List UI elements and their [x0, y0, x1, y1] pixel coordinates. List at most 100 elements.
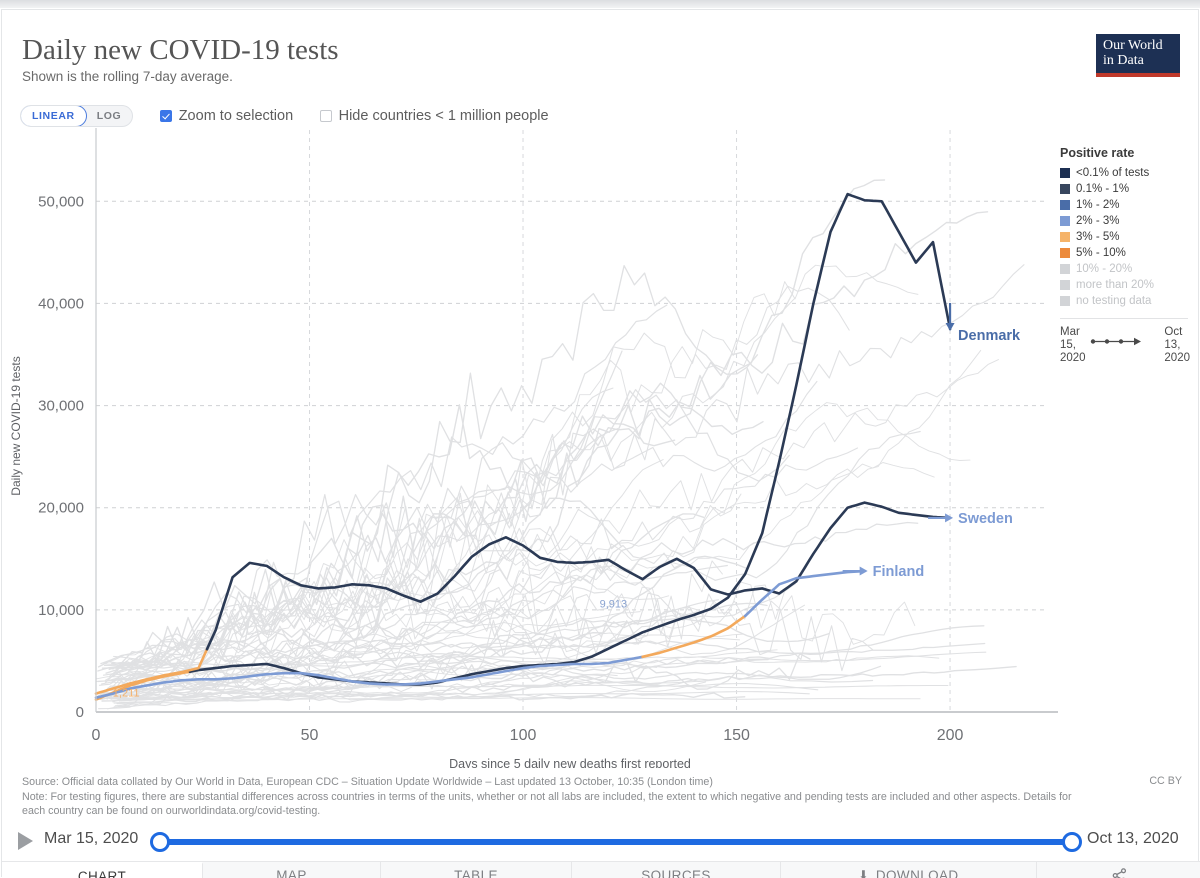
background-country-line [101, 264, 1025, 685]
legend-item-label: <0.1% of tests [1076, 167, 1150, 179]
page-subtitle: Shown is the rolling 7-day average. [22, 69, 233, 84]
y-tick-label: 20,000 [38, 500, 84, 517]
legend-rows: <0.1% of tests 0.1% - 1% 1% - 2% 2% - 3% 3% … [1060, 165, 1190, 309]
country-label: Finland [873, 564, 925, 580]
legend-item[interactable]: 1% - 2% [1060, 197, 1190, 213]
legend-item[interactable]: no testing data [1060, 293, 1190, 309]
x-tick-label: 50 [301, 727, 319, 744]
legend-swatch [1060, 200, 1070, 210]
owid-chart-page: Daily new COVID-19 tests Shown is the ro… [0, 0, 1200, 878]
license-label: CC BY [1149, 775, 1182, 787]
legend-item-label: 3% - 5% [1076, 231, 1120, 243]
time-slider[interactable]: Mar 15, 2020 Oct 13, 2020 [2, 828, 1200, 858]
chart-controls: LINEAR LOG Zoom to selection Hide countr… [20, 105, 549, 127]
country-label: Sweden [958, 511, 1013, 527]
country-label: Denmark [958, 328, 1021, 344]
legend-time-start-month: Mar [1060, 326, 1080, 338]
page-title: Daily new COVID-19 tests [22, 34, 339, 66]
legend-time-end-day: 13, [1164, 339, 1181, 351]
note-line: Note: For testing figures, there are sub… [22, 790, 1072, 818]
legend-swatch [1060, 232, 1070, 242]
legend-item-label: no testing data [1076, 295, 1152, 307]
legend-time-end-year: 2020 [1164, 352, 1190, 364]
legend-item[interactable]: 2% - 3% [1060, 213, 1190, 229]
label-arrow-head [945, 513, 954, 523]
legend-time-start-year: 2020 [1060, 352, 1086, 364]
tab-chart[interactable]: CHART [2, 862, 203, 878]
legend-time-range: Mar 15, 2020 Oct 13, 2020 [1060, 326, 1190, 365]
background-country-lines [96, 179, 1025, 710]
background-country-line [98, 380, 818, 686]
axes: 0 10,000 20,000 30,000 40,000 50,000 0 50 100 150… [9, 128, 1058, 768]
legend-time-end: Oct 13, 2020 [1164, 326, 1190, 365]
series-segment-finland [743, 569, 866, 618]
tab-table[interactable]: TABLE [381, 862, 572, 878]
hide-small-countries-checkbox[interactable]: Hide countries < 1 million people [319, 108, 549, 124]
checkbox-checked-icon[interactable] [159, 110, 172, 122]
scale-linear-button[interactable]: LINEAR [21, 106, 87, 126]
timeline-handle-end[interactable] [1062, 832, 1082, 852]
bottom-tabs: CHART MAP TABLE SOURCES ⬇ DOWNLOAD [2, 861, 1200, 878]
chart-card: Daily new COVID-19 tests Shown is the ro… [1, 9, 1200, 878]
owid-logo-line2: in Data [1103, 53, 1144, 68]
zoom-to-selection-checkbox[interactable]: Zoom to selection [159, 108, 294, 124]
browser-top-strip [0, 0, 1200, 8]
scale-log-button[interactable]: LOG [86, 106, 133, 126]
legend-swatch [1060, 296, 1070, 306]
y-tick-label: 50,000 [38, 193, 84, 210]
play-icon[interactable] [18, 832, 33, 850]
legend-swatch [1060, 264, 1070, 274]
label-arrow-head [945, 322, 955, 331]
x-tick-label: 200 [937, 727, 964, 744]
legend-swatch [1060, 216, 1070, 226]
owid-logo[interactable]: Our World in Data [1096, 34, 1180, 77]
y-tick-label: 30,000 [38, 398, 84, 415]
value-annotation: 1,211 [113, 688, 140, 700]
legend-item-label: 5% - 10% [1076, 247, 1126, 259]
x-axis-title: Days since 5 daily new deaths first repo… [449, 757, 691, 768]
timeline-end-date: Oct 13, 2020 [1087, 830, 1179, 847]
x-tick-label: 100 [510, 727, 537, 744]
scale-toggle[interactable]: LINEAR LOG [20, 105, 134, 127]
legend-swatch [1060, 168, 1070, 178]
legend-time-start-day: 15, [1060, 339, 1076, 351]
y-tick-label: 40,000 [38, 295, 84, 312]
x-tick-label: 0 [92, 727, 101, 744]
line-chart[interactable]: 0 10,000 20,000 30,000 40,000 50,000 0 50 100 150… [2, 128, 1062, 768]
legend-item-label: more than 20% [1076, 279, 1154, 291]
legend-item[interactable]: 10% - 20% [1060, 261, 1190, 277]
y-tick-label: 10,000 [38, 602, 84, 619]
source-line: Source: Official data collated by Our Wo… [22, 776, 713, 788]
legend-time-start: Mar 15, 2020 [1060, 326, 1086, 365]
tab-download[interactable]: ⬇ DOWNLOAD [781, 862, 1037, 878]
legend-title: Positive rate [1060, 146, 1135, 160]
tab-download-label: DOWNLOAD [875, 867, 959, 878]
x-tick-label: 150 [723, 727, 750, 744]
share-icon [1112, 867, 1127, 878]
legend-time-end-month: Oct [1164, 326, 1183, 338]
checkbox-unchecked-icon[interactable] [319, 110, 332, 122]
positive-rate-legend: Positive rate <0.1% of tests 0.1% - 1% 1% … [1060, 146, 1190, 365]
legend-item[interactable]: <0.1% of tests [1060, 165, 1190, 181]
tab-sources[interactable]: SOURCES [572, 862, 781, 878]
legend-swatch [1060, 280, 1070, 290]
legend-item[interactable]: 3% - 5% [1060, 229, 1190, 245]
legend-time-arrow-icon [1086, 326, 1165, 349]
legend-item[interactable]: 0.1% - 1% [1060, 181, 1190, 197]
tab-map[interactable]: MAP [203, 862, 381, 878]
hide-small-countries-label: Hide countries < 1 million people [338, 108, 549, 124]
legend-item-label: 2% - 3% [1076, 215, 1120, 227]
timeline-track[interactable] [157, 839, 1075, 845]
legend-divider [1060, 318, 1188, 319]
legend-item[interactable]: 5% - 10% [1060, 245, 1190, 261]
timeline-handle-start[interactable] [150, 832, 170, 852]
timeline-start-date: Mar 15, 2020 [44, 830, 139, 847]
zoom-to-selection-label: Zoom to selection [178, 108, 294, 124]
tab-share[interactable] [1037, 862, 1200, 878]
legend-swatch [1060, 248, 1070, 258]
legend-item-label: 0.1% - 1% [1076, 183, 1130, 195]
country-labels: Denmark Sweden Finland [842, 302, 1021, 580]
legend-item[interactable]: more than 20% [1060, 277, 1190, 293]
owid-logo-line1: Our World [1103, 38, 1163, 53]
label-arrow-head [859, 566, 868, 576]
